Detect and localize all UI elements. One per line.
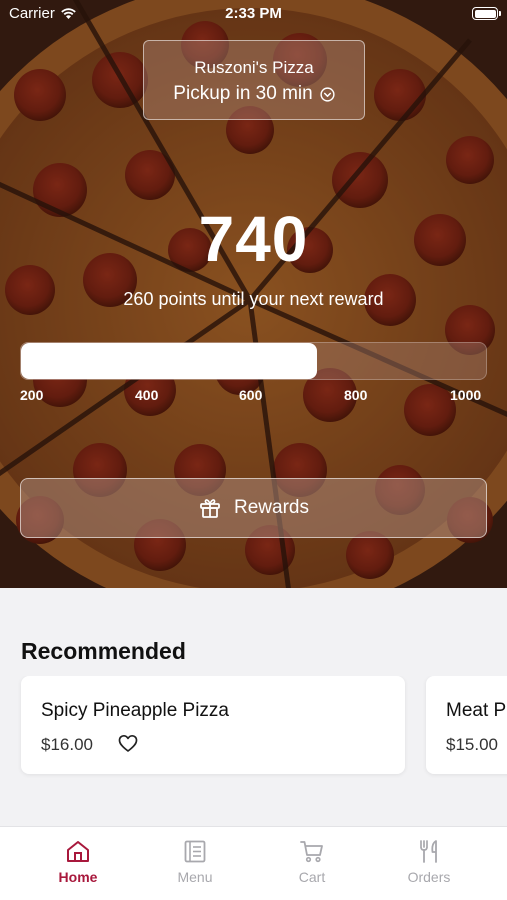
tab-label: Menu — [177, 869, 213, 885]
cart-icon — [300, 841, 323, 863]
progress-tick-label: 800 — [344, 387, 368, 403]
tab-label: Orders — [407, 869, 451, 885]
chevron-down-circle-icon — [320, 86, 335, 102]
status-time: 2:33 PM — [225, 5, 282, 22]
recommended-item-card[interactable]: Meat P $15.00 — [426, 676, 507, 774]
tab-orders[interactable]: Orders — [371, 827, 487, 900]
points-balance: 740 — [198, 203, 309, 275]
tab-cart[interactable]: Cart — [254, 827, 370, 900]
rewards-button-label: Rewards — [234, 497, 309, 518]
points-progress-fill — [21, 343, 317, 379]
points-progress-bar — [20, 342, 487, 380]
store-name: Ruszoni's Pizza — [194, 58, 314, 77]
recommended-heading: Recommended — [21, 638, 186, 664]
utensils-icon — [420, 840, 437, 863]
menu-icon — [184, 840, 206, 863]
progress-tick-label: 200 — [20, 387, 44, 403]
tab-label: Cart — [298, 869, 326, 885]
gift-icon — [200, 499, 220, 518]
favorite-heart-icon[interactable] — [118, 734, 138, 753]
item-price: $16.00 — [41, 735, 93, 754]
tab-home[interactable]: Home — [20, 827, 136, 900]
item-name: Meat P — [446, 700, 507, 721]
bottom-tab-bar: Home Menu Cart Orders — [0, 826, 507, 900]
pickup-time-text: Pickup in 30 min — [173, 83, 313, 104]
rewards-button[interactable]: Rewards — [20, 478, 487, 538]
progress-tick-label: 1000 — [450, 387, 482, 403]
tab-label: Home — [58, 869, 98, 885]
status-bar: Carrier 2:33 PM — [0, 0, 507, 28]
progress-tick-label: 400 — [135, 387, 159, 403]
points-until-reward-text: 260 points until your next reward — [123, 289, 384, 309]
battery-icon — [472, 7, 501, 20]
progress-tick-labels: 200 400 600 800 1000 — [20, 387, 487, 405]
store-selector-button[interactable]: Ruszoni's Pizza Pickup in 30 min — [143, 40, 365, 120]
recommended-carousel[interactable]: Spicy Pineapple Pizza $16.00 Meat P $15.… — [0, 676, 507, 780]
recommended-item-card[interactable]: Spicy Pineapple Pizza $16.00 — [21, 676, 405, 774]
pickup-row: Pickup in 30 min — [144, 83, 364, 105]
item-price: $15.00 — [446, 735, 498, 754]
home-icon — [67, 841, 89, 862]
tab-menu[interactable]: Menu — [137, 827, 253, 900]
progress-tick-label: 600 — [239, 387, 263, 403]
item-name: Spicy Pineapple Pizza — [41, 700, 229, 721]
